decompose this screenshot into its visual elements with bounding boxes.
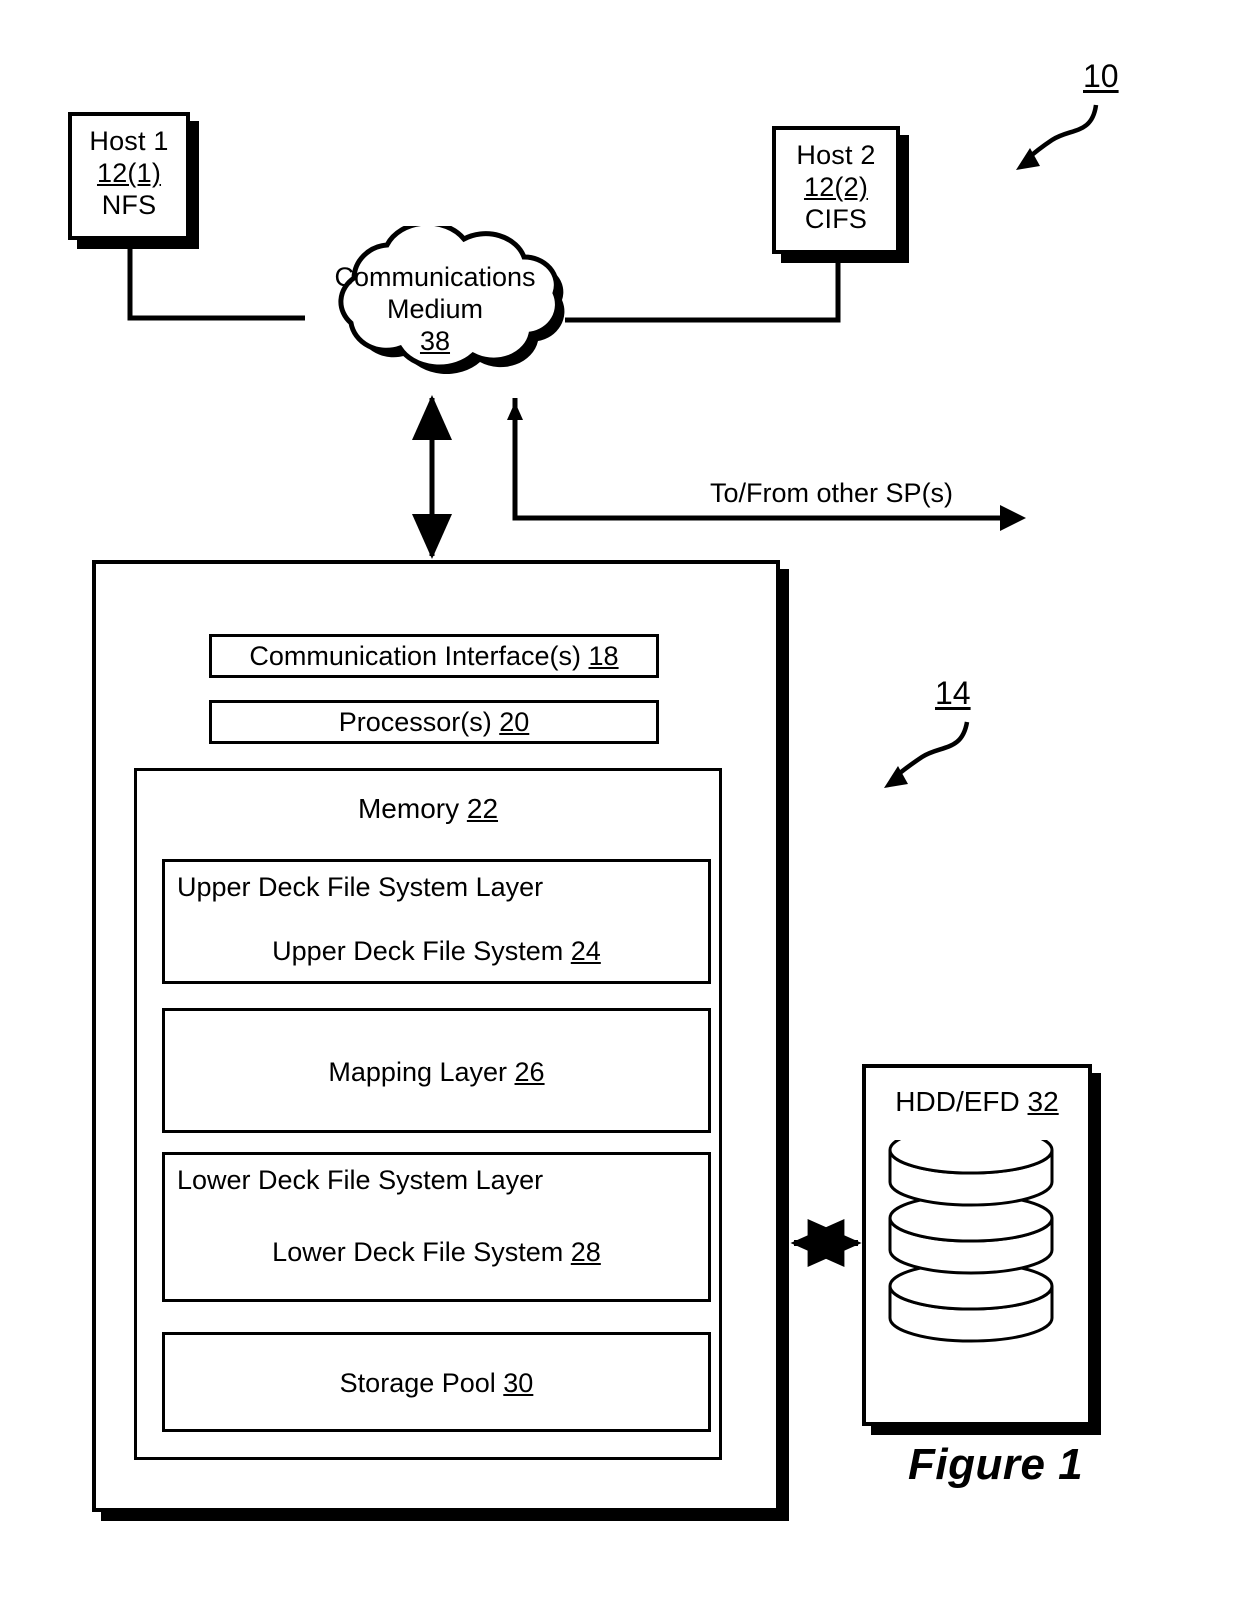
host2-to-cloud-line — [565, 253, 841, 323]
lower-deck-file-system-layer-box: Lower Deck File System Layer Lower Deck … — [162, 1152, 711, 1302]
mapping-layer-refnum: 26 — [514, 1057, 545, 1087]
lower-deck-layer-header: Lower Deck File System Layer — [177, 1165, 544, 1195]
mapping-layer-entry: Mapping Layer 26 — [165, 1057, 708, 1089]
host-2-box: Host 2 12(2) CIFS — [772, 126, 900, 254]
storage-pool-box: Storage Pool 30 — [162, 1332, 711, 1432]
memory-refnum: 22 — [466, 793, 499, 824]
storage-devices-label: HDD/EFD — [895, 1086, 1028, 1117]
upper-deck-layer-header: Upper Deck File System Layer — [177, 872, 544, 902]
mapping-layer-label: Mapping Layer — [328, 1057, 515, 1087]
storage-devices-refnum: 32 — [1027, 1086, 1059, 1117]
host-1-protocol: NFS — [101, 189, 157, 220]
refnum-10-leader — [1024, 104, 1099, 162]
communication-interface-label: Communication Interface(s) — [249, 641, 589, 671]
host-1-name: Host 1 — [89, 126, 169, 156]
lower-deck-file-system-entry: Lower Deck File System 28 — [165, 1237, 708, 1269]
other-sp-up-arrowhead — [507, 402, 523, 420]
to-from-other-sp-label: To/From other SP(s) — [710, 478, 954, 508]
communication-interface-box: Communication Interface(s) 18 — [209, 634, 659, 678]
processor-box: Processor(s) 20 — [209, 700, 659, 744]
processor-label: Processor(s) — [338, 707, 500, 737]
disk-platter-3 — [888, 1261, 1054, 1343]
cloud-refnum: 38 — [419, 325, 451, 356]
communication-interface-refnum: 18 — [588, 641, 619, 671]
refnum-10: 10 — [1083, 58, 1119, 94]
lower-deck-file-system-label: Lower Deck File System — [272, 1237, 571, 1267]
upper-deck-file-system-refnum: 24 — [570, 936, 601, 966]
figure-canvas: Host 1 12(1) NFS Host 2 12(2) CIFS Commu… — [0, 0, 1240, 1619]
upper-deck-file-system-label: Upper Deck File System — [272, 936, 571, 966]
refnum-10-arrowhead — [1016, 148, 1040, 170]
host-1-refnum: 12(1) — [96, 157, 162, 188]
lower-deck-file-system-refnum: 28 — [570, 1237, 601, 1267]
disk-platter-1 — [888, 1140, 1054, 1207]
storage-pool-entry: Storage Pool 30 — [165, 1368, 708, 1400]
host-1-box: Host 1 12(1) NFS — [68, 112, 190, 240]
figure-caption: Figure 1 — [908, 1440, 1084, 1489]
other-sp-right-arrowhead — [1000, 505, 1026, 531]
refnum-14: 14 — [935, 675, 971, 711]
memory-title: Memory 22 — [134, 792, 722, 825]
upper-deck-file-system-entry: Upper Deck File System 24 — [165, 936, 708, 968]
cloud-label-group: Communications Medium 38 — [300, 262, 570, 358]
storage-devices-title: HDD/EFD 32 — [862, 1085, 1092, 1118]
storage-pool-refnum: 30 — [503, 1368, 534, 1398]
mapping-layer-box: Mapping Layer 26 — [162, 1008, 711, 1133]
host1-to-cloud-line — [127, 240, 305, 321]
refnum-14-arrowhead — [884, 766, 908, 788]
host-2-refnum: 12(2) — [803, 171, 869, 202]
memory-label: Memory — [357, 793, 467, 824]
host-2-protocol: CIFS — [804, 203, 868, 234]
upper-deck-file-system-layer-box: Upper Deck File System Layer Upper Deck … — [162, 859, 711, 984]
disk-stack-icon — [888, 1140, 1054, 1343]
cloud-label-line1: Communications — [334, 262, 536, 292]
disk-platter-2 — [888, 1193, 1054, 1275]
storage-pool-label: Storage Pool — [339, 1368, 504, 1398]
host-2-name: Host 2 — [796, 140, 876, 170]
processor-refnum: 20 — [499, 707, 530, 737]
refnum-14-leader — [892, 721, 970, 780]
cloud-label-line2: Medium — [386, 293, 484, 324]
